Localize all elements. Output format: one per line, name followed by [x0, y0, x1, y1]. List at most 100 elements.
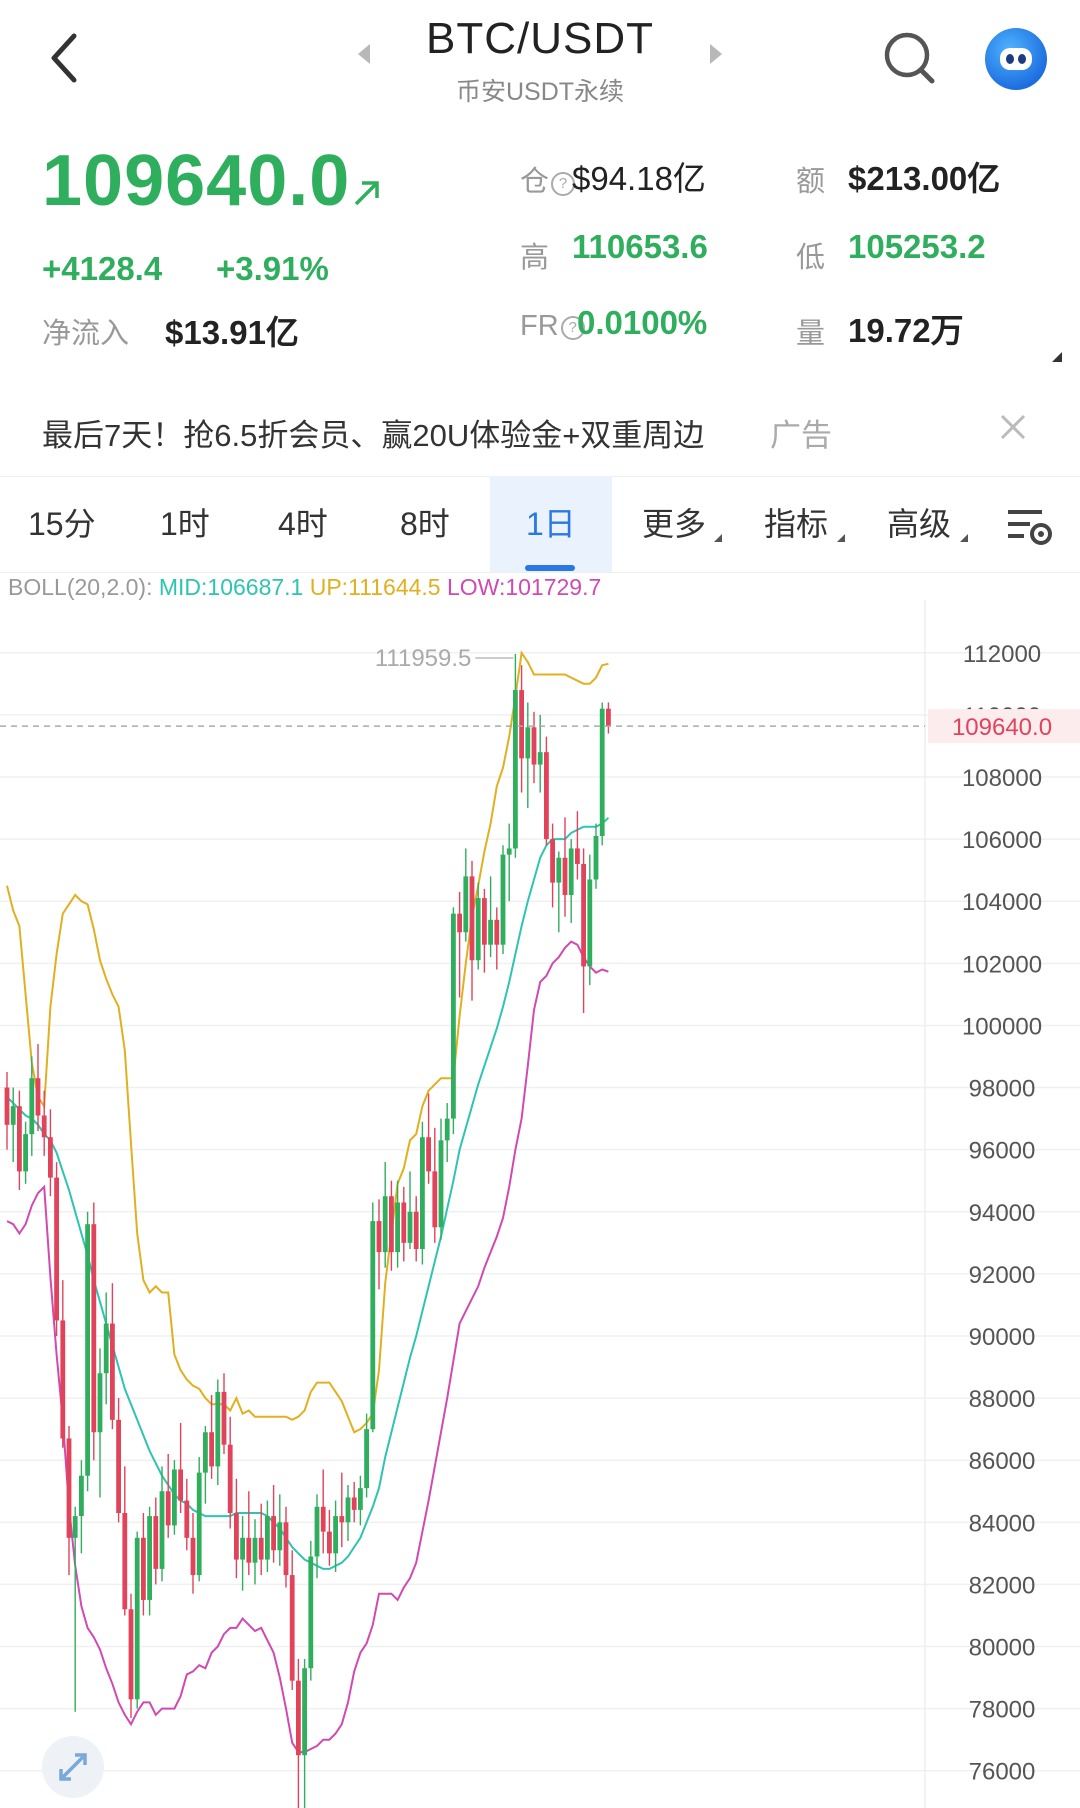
- candle-body: [296, 1680, 301, 1756]
- oi-label[interactable]: 仓?: [520, 158, 576, 200]
- net-inflow-label: 净流入: [42, 318, 130, 350]
- candle-body: [41, 1115, 47, 1138]
- volume-label: 量: [796, 318, 826, 350]
- candle-body: [451, 913, 456, 1119]
- candle-body: [17, 1106, 22, 1172]
- candle-body: [550, 839, 555, 883]
- candle-body: [23, 1134, 28, 1172]
- price-change-abs: +4128.4: [42, 250, 163, 287]
- price-change-pct: +3.91%: [216, 250, 329, 287]
- candle-body: [475, 898, 481, 961]
- y-tick-label: 92000: [969, 1262, 1036, 1289]
- ad-banner-text[interactable]: 最后7天！抢6.5折会员、赢20U体验金+双重周边: [42, 410, 704, 455]
- expand-chart-button[interactable]: [42, 1736, 104, 1798]
- candle-body: [606, 708, 611, 727]
- search-icon[interactable]: [880, 28, 940, 88]
- candle-body: [302, 1668, 307, 1756]
- candle-body: [556, 857, 562, 883]
- candle-body: [413, 1211, 419, 1250]
- candle-body: [407, 1211, 413, 1243]
- candle-body: [103, 1323, 109, 1374]
- dropdown-triangle-icon: [837, 534, 845, 542]
- candle-body: [426, 1137, 431, 1172]
- candle-body: [271, 1516, 276, 1551]
- tabbar-bottom-divider: [0, 572, 1080, 573]
- candle-body: [575, 848, 580, 864]
- candle-body: [66, 1438, 72, 1538]
- candle-body: [519, 690, 524, 759]
- candle-body: [91, 1224, 97, 1433]
- tab-1d[interactable]: 1日: [526, 476, 576, 572]
- candle-body: [277, 1522, 283, 1551]
- boll-legend: BOLL(20,2.0): MID:106687.1 UP:111644.5 L…: [8, 574, 601, 601]
- prev-pair-arrow-icon[interactable]: [358, 44, 370, 64]
- candle-body: [159, 1491, 165, 1569]
- candle-body: [48, 1137, 53, 1178]
- dropdown-triangle-icon: [960, 534, 968, 542]
- candle-body: [457, 913, 462, 933]
- y-tick-label: 76000: [969, 1759, 1036, 1786]
- y-tick-label: 94000: [969, 1200, 1036, 1227]
- candle-body: [544, 752, 549, 840]
- y-tick-label: 96000: [969, 1138, 1036, 1165]
- tab-8h[interactable]: 8时: [400, 476, 450, 572]
- fr-label[interactable]: FR?: [520, 310, 585, 343]
- candle-body: [568, 848, 574, 896]
- candle-body: [420, 1137, 425, 1250]
- candle-body: [35, 1078, 41, 1116]
- candle-body: [513, 690, 518, 849]
- fullscreen-icon: [59, 1753, 87, 1781]
- candle-body: [122, 1512, 128, 1610]
- pair-title[interactable]: BTC/USDT: [380, 14, 700, 64]
- candle-body: [153, 1516, 159, 1569]
- candle-body: [314, 1506, 320, 1557]
- candle-body: [494, 919, 500, 945]
- active-tab-underline: [525, 565, 575, 571]
- tab-1h[interactable]: 1时: [160, 476, 210, 572]
- candle-body: [72, 1516, 78, 1538]
- candle-body: [234, 1512, 239, 1560]
- candle-body: [593, 836, 599, 880]
- last-price: 109640.0: [42, 141, 351, 221]
- chevron-left-icon[interactable]: [40, 26, 90, 86]
- y-tick-label: 82000: [969, 1572, 1036, 1599]
- candle-body: [141, 1537, 146, 1600]
- chart-settings-icon[interactable]: [1006, 504, 1054, 548]
- candle-body: [209, 1432, 214, 1467]
- candle-body: [351, 1497, 357, 1510]
- arrow-up-right-icon: [354, 181, 379, 206]
- candle-body: [246, 1537, 252, 1563]
- y-tick-label: 104000: [962, 889, 1042, 916]
- boll-legend-low: LOW:101729.7: [446, 574, 602, 600]
- candle-body: [289, 1575, 295, 1681]
- candlestick-chart[interactable]: 1120001100001080001060001040001020001000…: [0, 600, 1080, 1808]
- candle-body: [79, 1475, 84, 1517]
- y-tick-label: 108000: [962, 765, 1042, 792]
- candle-body: [320, 1506, 326, 1532]
- expand-stats-icon[interactable]: [1052, 352, 1062, 362]
- robot-avatar-icon[interactable]: [985, 28, 1047, 90]
- candle-body: [333, 1516, 338, 1554]
- high-value: 110653.6: [572, 228, 708, 265]
- candle-body: [358, 1488, 363, 1510]
- tab-more[interactable]: 更多: [642, 476, 706, 572]
- low-value: 105253.2: [848, 228, 986, 265]
- candle-body: [537, 752, 543, 765]
- tab-indicators[interactable]: 指标: [764, 476, 828, 572]
- candle-body: [147, 1516, 152, 1600]
- close-icon[interactable]: [998, 412, 1028, 442]
- candle-body: [531, 727, 537, 765]
- boll-mid-line: [6, 817, 610, 1570]
- turnover-value: $213.00亿: [848, 160, 1001, 197]
- tab-advanced[interactable]: 高级: [887, 476, 951, 572]
- candle-layer: [4, 654, 611, 1808]
- candle-body: [110, 1323, 115, 1420]
- tab-4h[interactable]: 4时: [278, 476, 328, 572]
- low-label: 低: [796, 242, 826, 274]
- candle-body: [364, 1429, 369, 1489]
- next-pair-arrow-icon[interactable]: [710, 44, 722, 64]
- y-tick-label: 80000: [969, 1635, 1036, 1662]
- candle-body: [252, 1537, 258, 1563]
- tab-15m[interactable]: 15分: [28, 476, 96, 572]
- candle-body: [339, 1516, 345, 1523]
